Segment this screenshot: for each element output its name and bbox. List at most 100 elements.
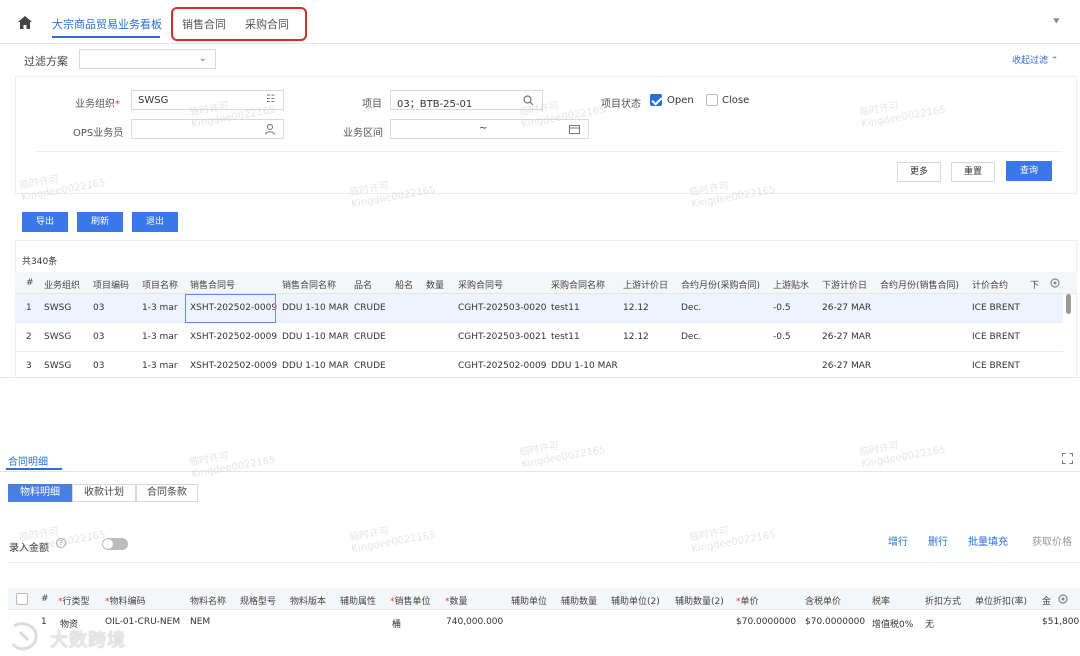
col-next[interactable]: 下	[1030, 278, 1039, 291]
col-buy-name[interactable]: 采购合同名称	[551, 278, 605, 291]
project-field[interactable]: 03；BTB-25-01	[390, 90, 543, 110]
query-button[interactable]: 查询	[1006, 161, 1052, 181]
user-icon[interactable]	[265, 124, 275, 135]
dcol-aux-prop[interactable]: 辅助属性	[340, 594, 376, 607]
col-sale-name[interactable]: 销售合同名称	[282, 278, 336, 291]
status-open-label: Open	[667, 95, 694, 106]
cell-buy-month: Dec.	[681, 332, 702, 342]
table-row[interactable]: 1 SWSG 03 1-3 mar XSHT-202502-0009 DDU 1…	[15, 294, 1063, 323]
dcol-spec[interactable]: 规格型号	[240, 594, 276, 607]
col-up-date[interactable]: 上游计价日	[623, 278, 668, 291]
status-open-checkbox[interactable]	[650, 94, 662, 106]
collapse-filter-link[interactable]: 收起过滤 ⌃	[1012, 53, 1058, 66]
double-chevron-down-icon[interactable]: ⯆	[1052, 15, 1061, 29]
dcol-qty[interactable]: *数量	[445, 594, 468, 607]
dcol-discount-rate[interactable]: 单位折扣(率)	[975, 594, 1027, 607]
col-down-date[interactable]: 下游计价日	[822, 278, 867, 291]
add-row-button[interactable]: 增行	[888, 533, 908, 548]
expand-icon[interactable]	[1062, 453, 1073, 464]
cell-contract: ICE BRENT	[972, 361, 1020, 371]
dcol-code[interactable]: *物料编码	[105, 594, 146, 607]
col-vessel[interactable]: 船名	[395, 278, 413, 291]
cell-buy-no-link[interactable]: CGHT-202503-0021	[458, 332, 546, 342]
table-row[interactable]: 3 SWSG 03 1-3 mar XSHT-202502-0009 DDU 1…	[15, 352, 1063, 377]
detail-row[interactable]: 1 物资 OIL-01-CRU-NEM NEM 桶 740,000.000 $7…	[8, 610, 1080, 634]
cell-down-date: 26-27 MAR	[822, 332, 872, 342]
cell-project-code-link[interactable]: 03	[93, 361, 104, 371]
amount-label: 录入金额	[9, 543, 49, 554]
tab-material-detail[interactable]: 物料明细	[8, 484, 72, 502]
tab-payment-plan[interactable]: 收款计划	[72, 484, 136, 502]
home-icon[interactable]	[18, 16, 32, 29]
col-premium[interactable]: 上游贴水	[773, 278, 809, 291]
active-tab-indicator	[52, 36, 160, 38]
col-project-name[interactable]: 项目名称	[142, 278, 178, 291]
col-sale-month[interactable]: 合约月份(销售合同)	[880, 278, 959, 291]
tab-contract-terms[interactable]: 合同条款	[136, 484, 198, 502]
cell-project-code-link[interactable]: 03	[93, 332, 104, 342]
col-buy-month[interactable]: 合约月份(采购合同)	[681, 278, 760, 291]
ops-field[interactable]	[131, 119, 284, 139]
search-icon[interactable]	[523, 95, 534, 106]
detail-divider	[0, 471, 1080, 472]
gear-icon[interactable]	[1049, 277, 1061, 289]
cell-buy-no-link[interactable]: CGHT-202503-0020	[458, 303, 546, 313]
calendar-icon[interactable]	[569, 124, 580, 134]
export-button[interactable]: 导出	[22, 212, 68, 232]
cell-down-date: 26-27 MAR	[822, 303, 872, 313]
delete-row-button[interactable]: 删行	[928, 533, 948, 548]
cell-sale-no-link[interactable]: XSHT-202502-0009	[190, 361, 277, 371]
grid-scrollbar[interactable]	[1066, 294, 1071, 314]
col-sale-no[interactable]: 销售合同号	[190, 278, 235, 291]
col-project-code[interactable]: 项目编码	[93, 278, 129, 291]
more-button[interactable]: 更多	[897, 162, 941, 182]
refresh-button[interactable]: 刷新	[77, 212, 123, 232]
reset-button[interactable]: 重置	[951, 162, 995, 182]
cell-sale-no-link[interactable]: XSHT-202502-0009	[190, 332, 277, 342]
col-qty[interactable]: 数量	[426, 278, 444, 291]
org-field[interactable]: SWSG ☷	[131, 90, 284, 110]
org-label: 业务组织*	[75, 99, 120, 110]
status-label: 项目状态	[601, 99, 641, 110]
get-price-button[interactable]: 获取价格	[1032, 533, 1072, 548]
col-product[interactable]: 品名	[354, 278, 372, 291]
dcol-aux-qty[interactable]: 辅助数量	[561, 594, 597, 607]
dcol-tax-rate[interactable]: 税率	[872, 594, 890, 607]
dcol-aux-qty2[interactable]: 辅助数量(2)	[675, 594, 724, 607]
col-contract[interactable]: 计价合约	[972, 278, 1008, 291]
exit-button[interactable]: 退出	[132, 212, 178, 232]
dcol-discount-type[interactable]: 折扣方式	[925, 594, 961, 607]
status-close-checkbox[interactable]	[706, 94, 718, 106]
tab-dashboard[interactable]: 大宗商品贸易业务看板	[52, 16, 162, 32]
dcol-aux-unit2[interactable]: 辅助单位(2)	[611, 594, 660, 607]
dcol-name[interactable]: 物料名称	[190, 594, 226, 607]
cell-buy-no-link[interactable]: CGHT-202502-0009	[458, 361, 546, 371]
amount-toggle[interactable]	[102, 538, 128, 550]
col-buy-no[interactable]: 采购合同号	[458, 278, 503, 291]
cell-product: CRUDE	[354, 303, 386, 313]
detail-title[interactable]: 合同明细	[8, 453, 48, 468]
table-row[interactable]: 2 SWSG 03 1-3 mar XSHT-202502-0009 DDU 1…	[15, 323, 1063, 352]
dcol-type[interactable]: *行类型	[58, 594, 90, 607]
dcol-aux-unit[interactable]: 辅助单位	[511, 594, 547, 607]
dcol-version[interactable]: 物料版本	[290, 594, 326, 607]
range-field[interactable]: ~	[390, 119, 589, 139]
col-org[interactable]: 业务组织	[44, 278, 80, 291]
watermark: 临时许可 Kingdee0022165	[858, 440, 947, 471]
gear-icon[interactable]	[1057, 593, 1069, 605]
dcol-amount[interactable]: 金	[1042, 594, 1051, 607]
cell-down-date: 26-27 MAR	[822, 361, 872, 371]
help-icon[interactable]: ?	[56, 538, 66, 548]
batch-fill-button[interactable]: 批量填充	[968, 533, 1008, 548]
dcell-unit: 桶	[392, 620, 402, 630]
dcol-price[interactable]: *单价	[736, 594, 759, 607]
org-tree-icon[interactable]: ☷	[266, 94, 275, 105]
dcol-sale-unit[interactable]: *销售单位	[390, 594, 431, 607]
filter-scheme-select[interactable]: ⌄	[79, 49, 216, 69]
dcell-name: NEM	[190, 617, 211, 627]
dcol-tax-price[interactable]: 含税单价	[805, 594, 841, 607]
cell-project-name: 1-3 mar	[142, 332, 178, 342]
cell-project-code-link[interactable]: 03	[93, 303, 104, 313]
select-all-checkbox[interactable]	[16, 593, 28, 605]
cell-sale-name: DDU 1-10 MAR	[282, 361, 349, 371]
